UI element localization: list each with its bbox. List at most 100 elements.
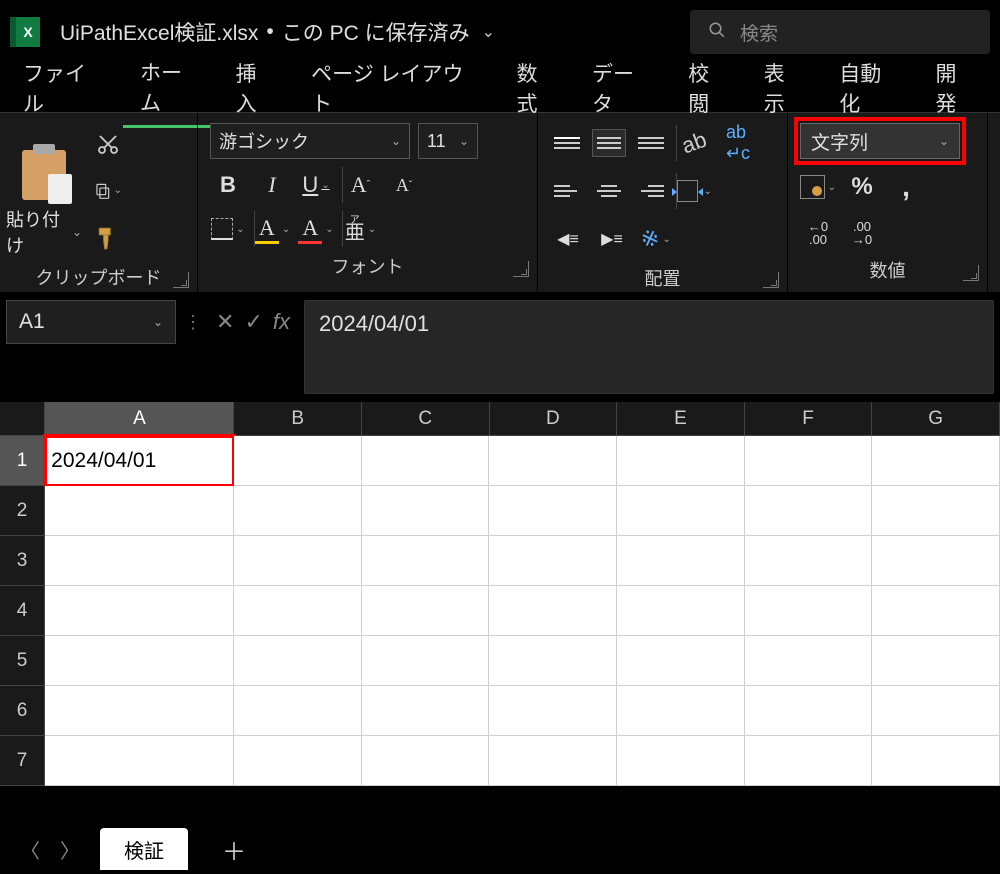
cell[interactable] bbox=[489, 536, 617, 586]
increase-font-button[interactable]: Aˆ bbox=[342, 167, 378, 203]
cell[interactable] bbox=[617, 736, 745, 786]
cell[interactable] bbox=[234, 536, 362, 586]
accounting-format-button[interactable]: ⌄ bbox=[800, 169, 836, 205]
dialog-launcher-icon[interactable] bbox=[173, 272, 189, 288]
align-left-button[interactable] bbox=[550, 177, 584, 205]
cell[interactable] bbox=[234, 636, 362, 686]
cell[interactable] bbox=[45, 486, 234, 536]
cell[interactable] bbox=[489, 486, 617, 536]
row-header-5[interactable]: 5 bbox=[0, 636, 45, 686]
cell[interactable] bbox=[745, 486, 873, 536]
cell[interactable] bbox=[617, 436, 745, 486]
cell[interactable] bbox=[872, 686, 1000, 736]
cell[interactable] bbox=[489, 636, 617, 686]
borders-button[interactable]: ⌄ bbox=[210, 211, 246, 247]
cell[interactable] bbox=[45, 586, 234, 636]
wrap-text-button[interactable]: ab↵c bbox=[720, 125, 756, 161]
cell[interactable] bbox=[45, 536, 234, 586]
align-center-button[interactable] bbox=[592, 177, 626, 205]
comma-button[interactable]: , bbox=[888, 169, 924, 205]
align-top-button[interactable] bbox=[550, 129, 584, 157]
phonetic-button[interactable]: ア亜⌄ bbox=[342, 211, 378, 247]
cell[interactable] bbox=[362, 736, 490, 786]
cell[interactable] bbox=[234, 486, 362, 536]
cell[interactable] bbox=[872, 536, 1000, 586]
cell[interactable] bbox=[617, 536, 745, 586]
column-header-b[interactable]: B bbox=[234, 402, 362, 435]
align-right-button[interactable] bbox=[634, 177, 668, 205]
italic-button[interactable]: I bbox=[254, 167, 290, 203]
search-box[interactable]: 検索 bbox=[690, 10, 990, 54]
orientation-menu-button[interactable]: ※⌄ bbox=[638, 221, 674, 257]
sheet-nav-prev-button[interactable]: 〈 bbox=[20, 835, 40, 864]
cell[interactable] bbox=[489, 736, 617, 786]
chevron-down-icon[interactable]: ⌄ bbox=[482, 22, 495, 42]
cell[interactable] bbox=[745, 586, 873, 636]
cell[interactable] bbox=[234, 686, 362, 736]
row-header-7[interactable]: 7 bbox=[0, 736, 45, 786]
column-header-g[interactable]: G bbox=[872, 402, 1000, 435]
dialog-launcher-icon[interactable] bbox=[963, 265, 979, 281]
cell[interactable] bbox=[362, 586, 490, 636]
cell[interactable] bbox=[489, 686, 617, 736]
number-format-dropdown[interactable]: 文字列⌄ bbox=[800, 123, 960, 159]
decrease-decimal-button[interactable]: .00→0 bbox=[844, 215, 880, 251]
cell[interactable] bbox=[872, 636, 1000, 686]
row-header-2[interactable]: 2 bbox=[0, 486, 45, 536]
cancel-formula-button[interactable]: ✕ bbox=[216, 309, 234, 335]
column-header-d[interactable]: D bbox=[490, 402, 618, 435]
dialog-launcher-icon[interactable] bbox=[763, 272, 779, 288]
column-header-f[interactable]: F bbox=[745, 402, 873, 435]
row-header-3[interactable]: 3 bbox=[0, 536, 45, 586]
font-name-dropdown[interactable]: 游ゴシック⌄ bbox=[210, 123, 410, 159]
column-header-c[interactable]: C bbox=[362, 402, 490, 435]
formula-input[interactable]: 2024/04/01 bbox=[304, 300, 994, 394]
accept-formula-button[interactable]: ✓ bbox=[244, 309, 262, 335]
fill-color-button[interactable]: A⌄ bbox=[254, 211, 290, 247]
row-header-4[interactable]: 4 bbox=[0, 586, 45, 636]
cell[interactable] bbox=[872, 586, 1000, 636]
decrease-font-button[interactable]: Aˇ bbox=[386, 167, 422, 203]
cell[interactable] bbox=[617, 586, 745, 636]
cell[interactable] bbox=[489, 586, 617, 636]
cell[interactable] bbox=[745, 636, 873, 686]
cell[interactable] bbox=[362, 686, 490, 736]
cell[interactable] bbox=[234, 586, 362, 636]
align-bottom-button[interactable] bbox=[634, 129, 668, 157]
column-header-a[interactable]: A bbox=[45, 402, 234, 435]
increase-indent-button[interactable]: ▶≡ bbox=[594, 221, 630, 257]
cell[interactable] bbox=[362, 486, 490, 536]
row-header-6[interactable]: 6 bbox=[0, 686, 45, 736]
cell[interactable] bbox=[362, 636, 490, 686]
font-size-dropdown[interactable]: 11⌄ bbox=[418, 123, 478, 159]
copy-button[interactable]: ⌄ bbox=[94, 177, 122, 205]
cell[interactable] bbox=[617, 486, 745, 536]
cell[interactable] bbox=[45, 686, 234, 736]
cell[interactable] bbox=[45, 736, 234, 786]
fx-button[interactable]: fx bbox=[273, 309, 290, 335]
select-all-corner[interactable] bbox=[0, 402, 45, 435]
decrease-indent-button[interactable]: ◀≡ bbox=[550, 221, 586, 257]
cell[interactable] bbox=[362, 536, 490, 586]
cell[interactable] bbox=[745, 536, 873, 586]
orientation-button[interactable]: ab bbox=[676, 125, 712, 161]
underline-button[interactable]: U⌄ bbox=[298, 167, 334, 203]
new-sheet-button[interactable]: ＋ bbox=[208, 832, 260, 867]
name-box[interactable]: A1⌄ bbox=[6, 300, 176, 344]
cell[interactable] bbox=[872, 736, 1000, 786]
cell-a1[interactable]: 2024/04/01 bbox=[45, 436, 234, 486]
percent-button[interactable]: % bbox=[844, 169, 880, 205]
cell[interactable] bbox=[872, 486, 1000, 536]
cell[interactable] bbox=[234, 436, 362, 486]
cell[interactable] bbox=[362, 436, 490, 486]
cell[interactable] bbox=[745, 686, 873, 736]
cell[interactable] bbox=[234, 736, 362, 786]
font-color-button[interactable]: A⌄ bbox=[298, 211, 334, 247]
row-header-1[interactable]: 1 bbox=[0, 436, 45, 486]
format-painter-button[interactable] bbox=[94, 224, 122, 252]
column-header-e[interactable]: E bbox=[617, 402, 745, 435]
cell[interactable] bbox=[872, 436, 1000, 486]
increase-decimal-button[interactable]: ←0.00 bbox=[800, 215, 836, 251]
dialog-launcher-icon[interactable] bbox=[513, 261, 529, 277]
sheet-tab-active[interactable]: 検証 bbox=[100, 828, 188, 870]
